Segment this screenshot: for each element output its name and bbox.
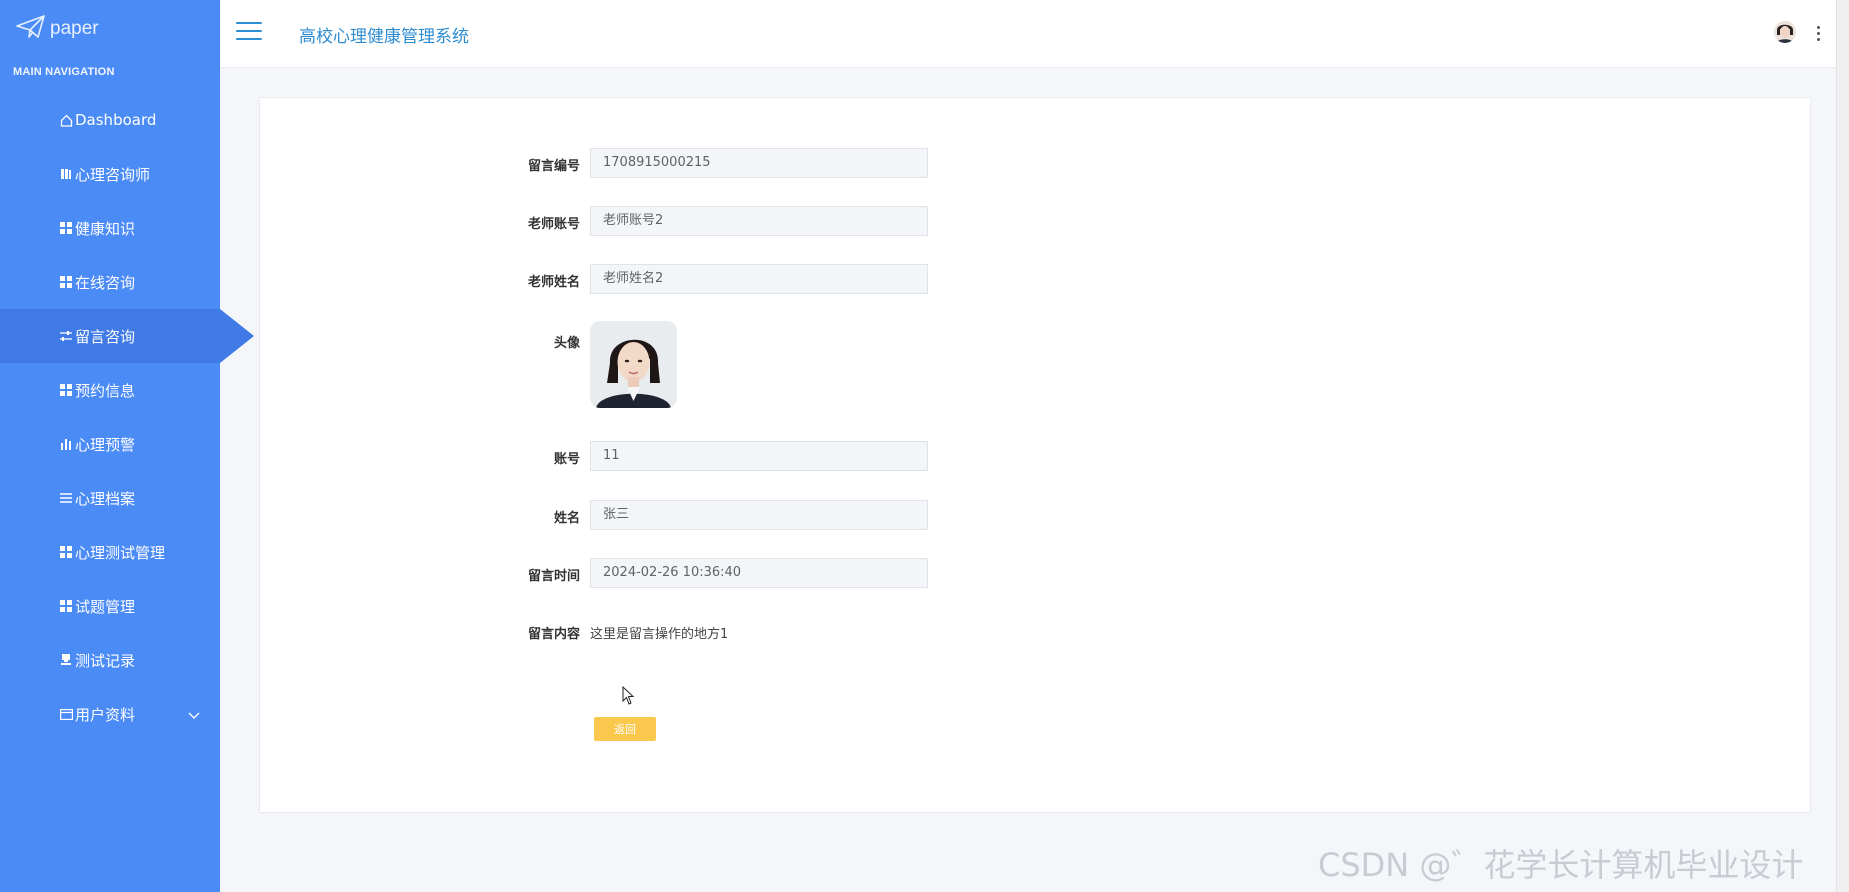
sidebar-item-appointments[interactable]: 预约信息 (0, 363, 220, 417)
logo-text: paper (50, 18, 99, 39)
name-field[interactable]: 张三 (590, 500, 928, 530)
sidebar-item-label: 在线咨询 (75, 273, 136, 292)
sidebar-item-label: 测试记录 (75, 651, 136, 670)
message-content-text: 这里是留言操作的地方1 (590, 627, 729, 642)
list-icon (59, 491, 73, 505)
sidebar-item-dashboard[interactable]: Dashboard (0, 93, 220, 147)
account-field[interactable]: 11 (590, 441, 928, 471)
teacher-name-field[interactable]: 老师姓名2 (590, 264, 928, 294)
home-icon (59, 113, 73, 127)
sidebar-item-records[interactable]: 心理档案 (0, 471, 220, 525)
app-title: 高校心理健康管理系统 (299, 27, 469, 47)
grid-icon (59, 545, 73, 559)
sidebar: paper MAIN NAVIGATION Dashboard 心理咨询师 健康… (0, 0, 254, 892)
sidebar-item-warnings[interactable]: 心理预警 (0, 417, 220, 471)
logo[interactable]: paper (16, 14, 99, 44)
message-id-field[interactable]: 1708915000215 (590, 148, 928, 178)
sliders-icon (59, 329, 73, 343)
sidebar-menu: Dashboard 心理咨询师 健康知识 在线咨询 留言咨询 预约信息 心理预警 (0, 93, 254, 741)
menu-toggle-icon[interactable] (236, 22, 262, 44)
nav-header: MAIN NAVIGATION (13, 66, 115, 78)
sidebar-item-label: 留言咨询 (75, 327, 136, 346)
grid-icon (59, 221, 73, 235)
watermark: CSDN @゛花学长计算机毕业设计 (1318, 846, 1804, 884)
sidebar-item-health-knowledge[interactable]: 健康知识 (0, 201, 220, 255)
detail-card: 留言编号 1708915000215 老师账号 老师账号2 老师姓名 老师姓名2… (259, 97, 1811, 813)
stamp-icon (59, 653, 73, 667)
top-bar: 高校心理健康管理系统 (220, 0, 1849, 68)
sidebar-item-label: 用户资料 (75, 705, 136, 724)
teacher-account-label: 老师账号 (527, 217, 580, 232)
sidebar-item-test-management[interactable]: 心理测试管理 (0, 525, 220, 579)
sidebar-item-label: 试题管理 (75, 597, 136, 616)
more-menu-icon[interactable] (1817, 26, 1821, 44)
sidebar-item-user-profile[interactable]: 用户资料 (0, 687, 220, 741)
mouse-cursor-icon (622, 685, 636, 711)
message-time-label: 留言时间 (527, 569, 580, 584)
user-avatar[interactable] (1774, 21, 1796, 43)
sidebar-item-test-records[interactable]: 测试记录 (0, 633, 220, 687)
sidebar-item-label: 心理测试管理 (75, 543, 166, 562)
chevron-down-icon (188, 706, 200, 724)
sidebar-item-label: 健康知识 (75, 219, 136, 238)
book-icon (59, 167, 73, 181)
message-content-label: 留言内容 (527, 627, 580, 642)
paper-plane-icon (16, 14, 46, 44)
account-label: 账号 (553, 452, 580, 467)
avatar-label: 头像 (553, 336, 580, 351)
sidebar-item-label: 心理档案 (75, 489, 136, 508)
sidebar-item-label: Dashboard (75, 111, 157, 129)
grid-icon (59, 383, 73, 397)
teacher-account-field[interactable]: 老师账号2 (590, 206, 928, 236)
scrollbar[interactable] (1836, 0, 1849, 892)
sidebar-item-counselors[interactable]: 心理咨询师 (0, 147, 220, 201)
id-card-icon (59, 707, 73, 721)
name-label: 姓名 (553, 511, 580, 526)
message-id-label: 留言编号 (527, 159, 580, 174)
sidebar-item-online-consult[interactable]: 在线咨询 (0, 255, 220, 309)
sidebar-item-question-management[interactable]: 试题管理 (0, 579, 220, 633)
teacher-name-label: 老师姓名 (527, 275, 580, 290)
sidebar-item-message-consult[interactable]: 留言咨询 (0, 309, 254, 363)
sidebar-item-label: 心理咨询师 (75, 165, 151, 184)
grid-icon (59, 275, 73, 289)
bar-chart-icon (59, 437, 73, 451)
sidebar-item-label: 心理预警 (75, 435, 136, 454)
grid-icon (59, 599, 73, 613)
message-time-field[interactable]: 2024-02-26 10:36:40 (590, 558, 928, 588)
back-button[interactable]: 返回 (594, 717, 656, 741)
sidebar-item-label: 预约信息 (75, 381, 136, 400)
teacher-photo (590, 321, 677, 408)
